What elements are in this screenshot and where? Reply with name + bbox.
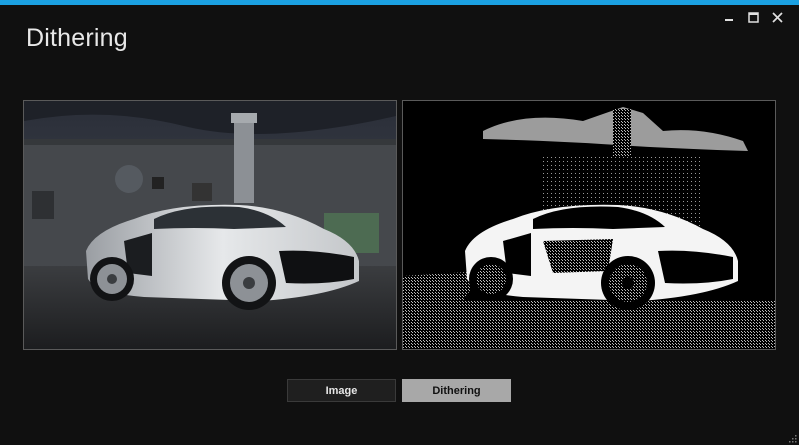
- window-controls: [717, 8, 789, 26]
- minimize-icon: [725, 19, 733, 21]
- minimize-button[interactable]: [717, 8, 741, 26]
- page-title: Dithering: [26, 24, 128, 52]
- maximize-button[interactable]: [741, 8, 765, 26]
- close-button[interactable]: [765, 8, 789, 26]
- original-car-image: [24, 101, 396, 349]
- original-image-panel: [23, 100, 397, 350]
- image-button[interactable]: Image: [287, 379, 396, 402]
- resize-grip-icon[interactable]: [787, 433, 797, 443]
- dithering-button[interactable]: Dithering: [402, 379, 511, 402]
- dithered-car-image: [403, 101, 775, 349]
- dithered-image-panel: [402, 100, 776, 350]
- view-toggle: Image Dithering: [287, 379, 511, 402]
- close-icon: [771, 11, 783, 23]
- maximize-icon: [747, 11, 759, 23]
- window-accent-bar: [0, 0, 799, 5]
